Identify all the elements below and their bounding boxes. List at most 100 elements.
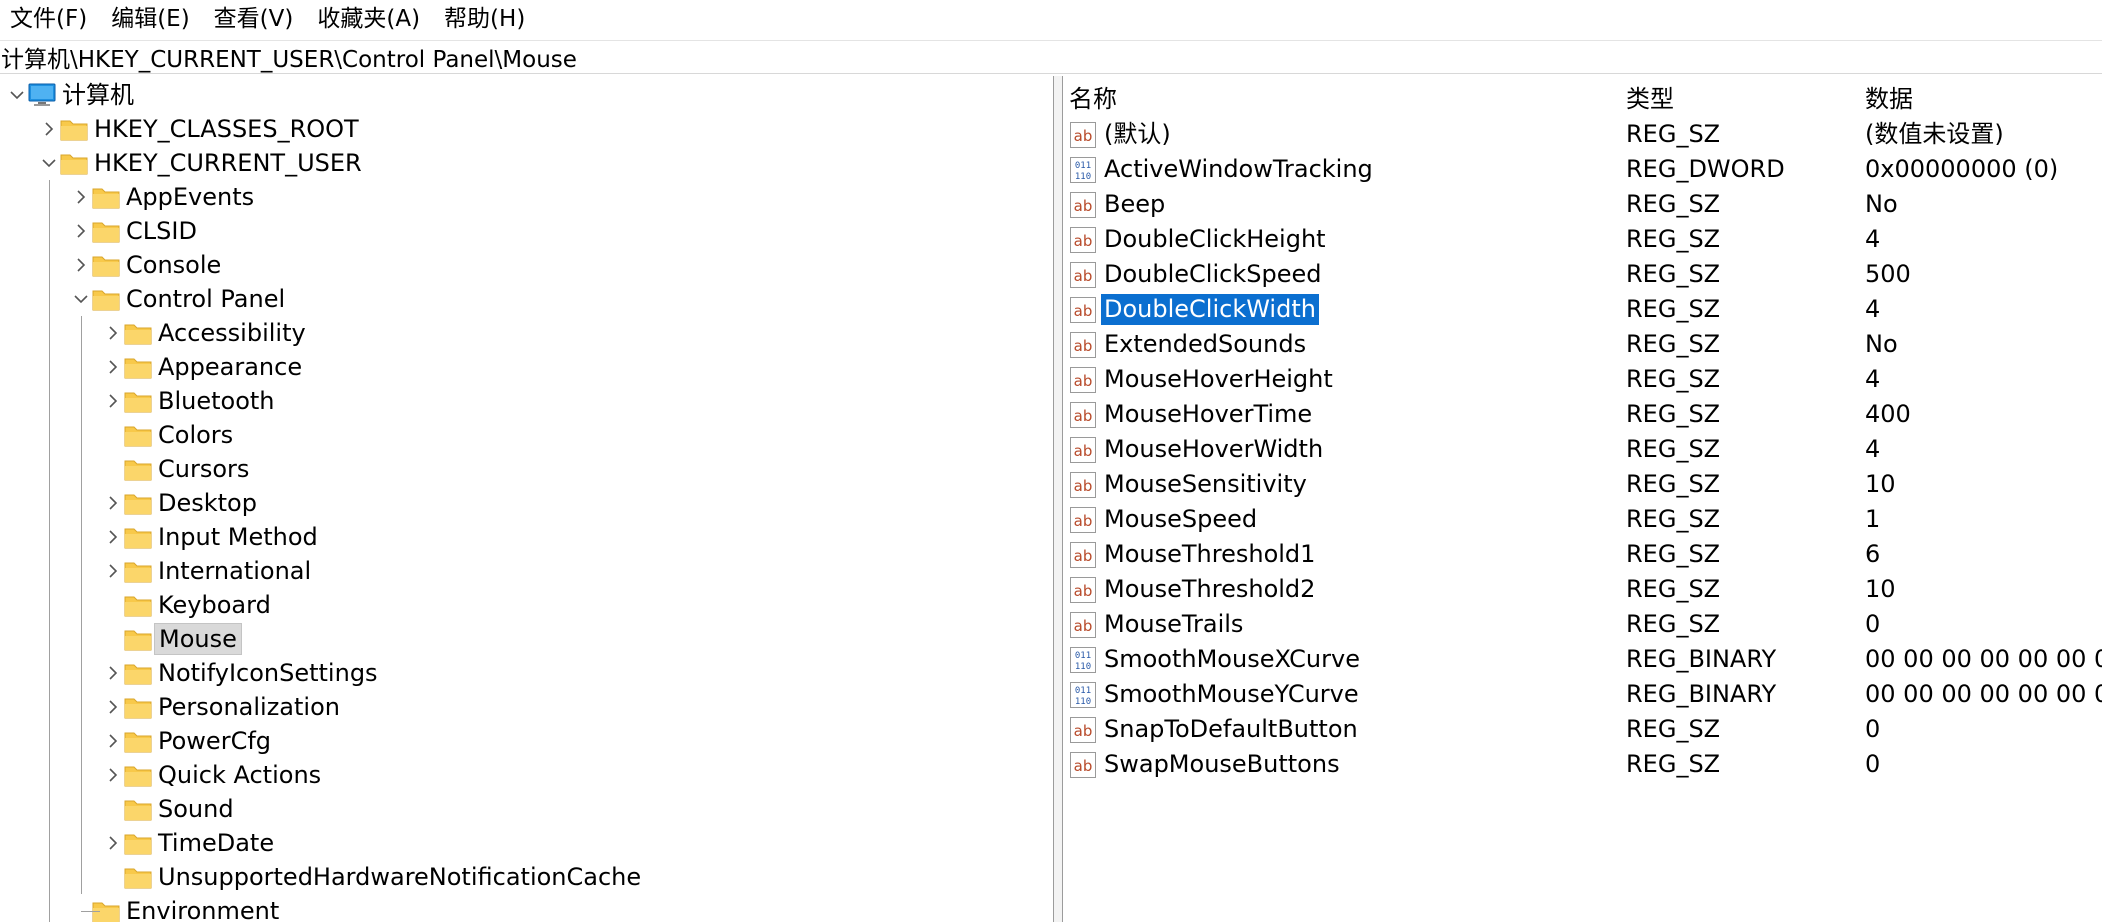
table-row[interactable]: ab SwapMouseButtons REG_SZ 0 [1063, 747, 2102, 782]
value-name: MouseThreshold2 [1104, 575, 1316, 603]
table-row[interactable]: ab ExtendedSounds REG_SZ No [1063, 327, 2102, 362]
chevron-right-icon[interactable] [70, 214, 92, 248]
chevron-right-icon[interactable] [102, 316, 124, 350]
tree-item-label: TimeDate [158, 829, 275, 857]
tree-item-accessibility[interactable]: Accessibility [102, 316, 310, 350]
chevron-right-icon[interactable] [102, 724, 124, 758]
tree-item-personalization[interactable]: Personalization [102, 690, 344, 724]
tree-item-mouse[interactable]: Mouse [102, 622, 242, 656]
table-row[interactable]: ab SnapToDefaultButton REG_SZ 0 [1063, 712, 2102, 747]
tree-item-notifyiconsettings[interactable]: NotifyIconSettings [102, 656, 382, 690]
tree-item-hkey-classes-root[interactable]: HKEY_CLASSES_ROOT [38, 112, 363, 146]
tree-item-sound[interactable]: Sound [102, 792, 238, 826]
tree-item-input-method[interactable]: Input Method [102, 520, 322, 554]
column-header-type[interactable]: 类型 [1626, 82, 1674, 116]
tree-item-control-panel[interactable]: Control Panel [70, 282, 289, 316]
address-input[interactable] [0, 41, 2091, 73]
chevron-right-icon[interactable] [102, 554, 124, 588]
menu-item-1[interactable]: 编辑(E) [101, 0, 203, 38]
table-row[interactable]: ab MouseHoverWidth REG_SZ 4 [1063, 432, 2102, 467]
pane-splitter[interactable] [1053, 76, 1063, 922]
table-row[interactable]: 011 110 SmoothMouseXCurve REG_BINARY 00 00 0… [1063, 642, 2102, 677]
chevron-down-icon[interactable] [38, 146, 60, 180]
tree-item-keyboard[interactable]: Keyboard [102, 588, 275, 622]
chevron-down-icon[interactable] [6, 78, 28, 112]
tree-item-powercfg[interactable]: PowerCfg [102, 724, 275, 758]
table-row[interactable]: ab MouseSpeed REG_SZ 1 [1063, 502, 2102, 537]
tree-item-hkey-current-user[interactable]: HKEY_CURRENT_USER [38, 146, 366, 180]
string-value-icon: ab [1069, 611, 1097, 639]
menu-item-3[interactable]: 收藏夹(A) [307, 0, 434, 38]
svg-text:ab: ab [1074, 197, 1093, 215]
folder-icon [124, 316, 154, 350]
menu-item-0[interactable]: 文件(F) [0, 0, 101, 38]
svg-text:ab: ab [1074, 407, 1093, 425]
table-row[interactable]: ab Beep REG_SZ No [1063, 187, 2102, 222]
value-type: REG_BINARY [1626, 645, 1777, 673]
address-bar[interactable] [0, 40, 2102, 74]
string-value-icon: ab [1069, 121, 1097, 149]
chevron-down-icon[interactable] [70, 282, 92, 316]
table-row[interactable]: ab MouseHoverHeight REG_SZ 4 [1063, 362, 2102, 397]
column-header-name[interactable]: 名称 [1069, 82, 1117, 116]
svg-text:011: 011 [1075, 161, 1091, 171]
string-value-icon: ab [1069, 506, 1097, 534]
chevron-right-icon[interactable] [102, 384, 124, 418]
menu-item-2[interactable]: 查看(V) [204, 0, 308, 38]
chevron-right-icon[interactable] [70, 248, 92, 282]
svg-text:ab: ab [1074, 617, 1093, 635]
table-row[interactable]: ab MouseThreshold1 REG_SZ 6 [1063, 537, 2102, 572]
computer-icon [28, 78, 58, 112]
string-value-icon: ab [1069, 226, 1097, 254]
chevron-right-icon[interactable] [102, 758, 124, 792]
folder-icon [92, 214, 122, 248]
column-header-data[interactable]: 数据 [1865, 82, 1913, 116]
tree-item-desktop[interactable]: Desktop [102, 486, 261, 520]
table-row[interactable]: 011 110 ActiveWindowTracking REG_DWORD 0x000… [1063, 152, 2102, 187]
tree-item-console[interactable]: Console [70, 248, 225, 282]
chevron-right-icon[interactable] [102, 520, 124, 554]
chevron-right-icon[interactable] [102, 486, 124, 520]
tree-item-environment[interactable]: Environment [70, 894, 283, 922]
chevron-right-icon[interactable] [70, 180, 92, 214]
tree-item-unsupportedhardwarenotificationcache[interactable]: UnsupportedHardwareNotificationCache [102, 860, 645, 894]
table-row[interactable]: ab (默认) REG_SZ (数值未设置) [1063, 117, 2102, 152]
tree-item-international[interactable]: International [102, 554, 315, 588]
tree-item-cursors[interactable]: Cursors [102, 452, 253, 486]
registry-tree[interactable]: 计算机 HKEY_CLASSES_ROOT HKEY_CURRENT_USER App… [0, 76, 1053, 922]
tree-item-computer[interactable]: 计算机 [6, 78, 138, 112]
string-value-icon: ab [1069, 261, 1097, 289]
tree-item-appevents[interactable]: AppEvents [70, 180, 258, 214]
table-row[interactable]: ab DoubleClickSpeed REG_SZ 500 [1063, 257, 2102, 292]
string-value-icon: ab [1069, 471, 1097, 499]
folder-icon [124, 350, 154, 384]
table-row[interactable]: ab MouseHoverTime REG_SZ 400 [1063, 397, 2102, 432]
table-row[interactable]: ab MouseThreshold2 REG_SZ 10 [1063, 572, 2102, 607]
chevron-right-icon[interactable] [102, 656, 124, 690]
tree-item-label: UnsupportedHardwareNotificationCache [158, 863, 642, 891]
tree-item-appearance[interactable]: Appearance [102, 350, 306, 384]
table-row[interactable]: ab MouseTrails REG_SZ 0 [1063, 607, 2102, 642]
value-name: DoubleClickSpeed [1104, 260, 1322, 288]
value-data: 00 00 00 00 00 00 00 [1865, 645, 2102, 673]
tree-item-clsid[interactable]: CLSID [70, 214, 201, 248]
tree-item-timedate[interactable]: TimeDate [102, 826, 278, 860]
table-row[interactable]: ab DoubleClickWidth REG_SZ 4 [1063, 292, 2102, 327]
chevron-right-icon[interactable] [102, 690, 124, 724]
tree-item-bluetooth[interactable]: Bluetooth [102, 384, 279, 418]
value-data: 4 [1865, 295, 1881, 323]
table-row[interactable]: ab MouseSensitivity REG_SZ 10 [1063, 467, 2102, 502]
tree-item-colors[interactable]: Colors [102, 418, 237, 452]
chevron-right-icon[interactable] [102, 350, 124, 384]
folder-icon [124, 520, 154, 554]
chevron-right-icon[interactable] [38, 112, 60, 146]
tree-item-quick-actions[interactable]: Quick Actions [102, 758, 325, 792]
table-row[interactable]: 011 110 SmoothMouseYCurve REG_BINARY 00 00 0… [1063, 677, 2102, 712]
values-list[interactable]: 名称 类型 数据 ab (默认) REG_SZ (数值未设置) 011 110 Active… [1063, 76, 2102, 922]
chevron-right-icon[interactable] [102, 826, 124, 860]
menu-item-4[interactable]: 帮助(H) [434, 0, 539, 38]
table-row[interactable]: ab DoubleClickHeight REG_SZ 4 [1063, 222, 2102, 257]
